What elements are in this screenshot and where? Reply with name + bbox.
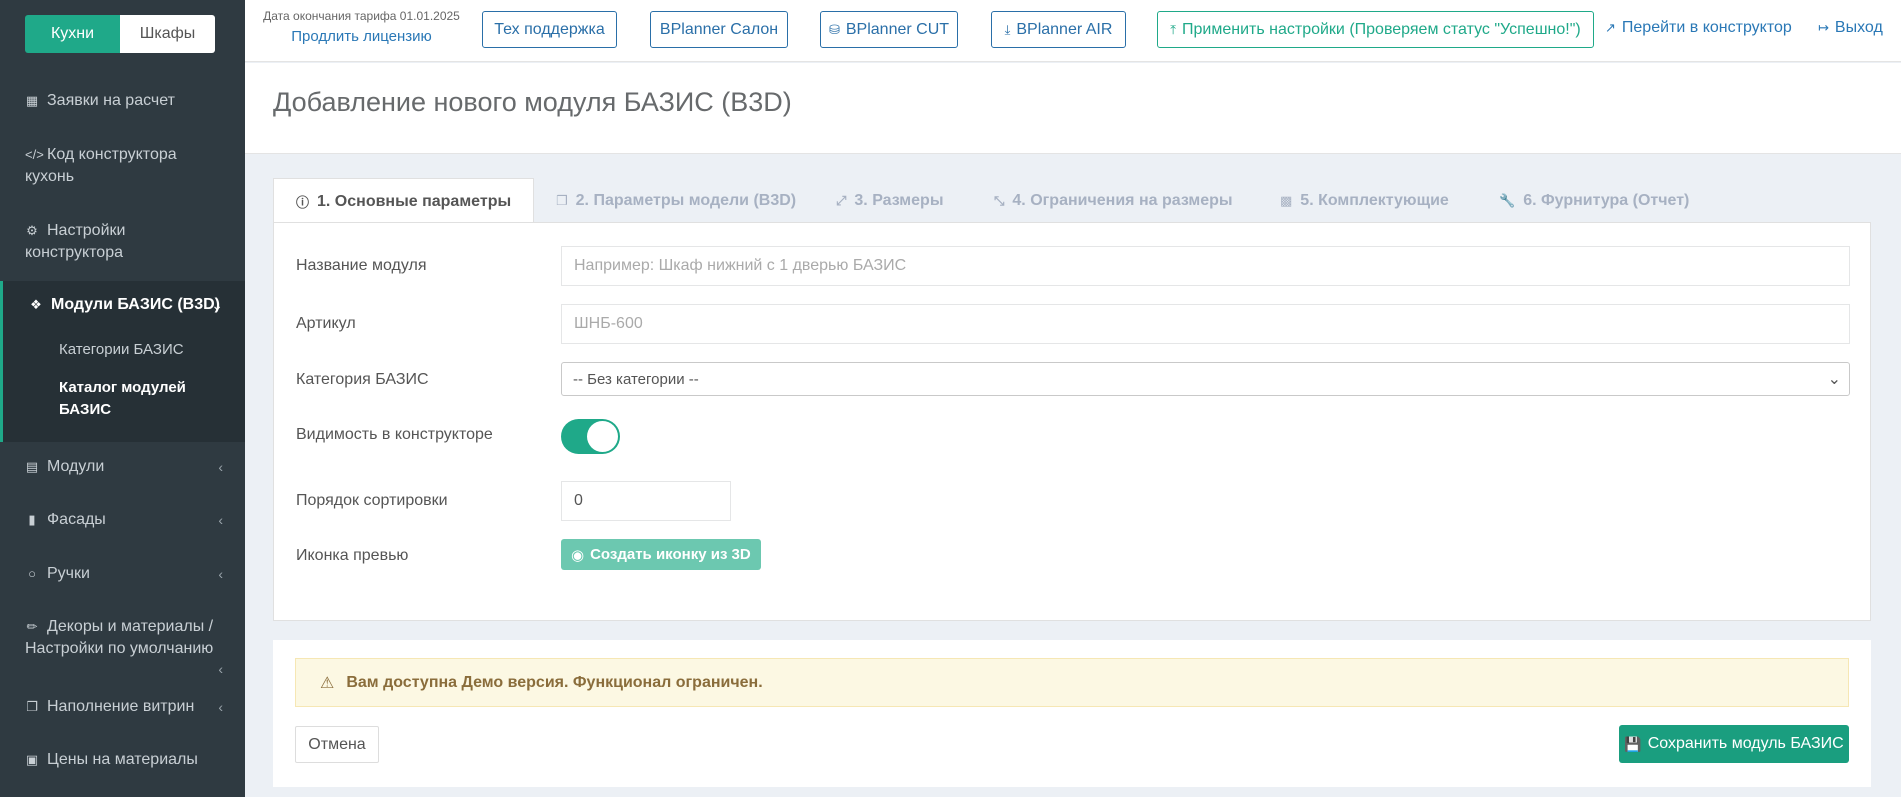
demo-version-alert: ⚠ Вам доступна Демо версия. Функционал ог… <box>295 658 1849 707</box>
sku-label: Артикул <box>296 315 356 332</box>
tab-model-params[interactable]: ❒ 2. Параметры модели (B3D) <box>556 178 796 223</box>
toggle-kitchens[interactable]: Кухни <box>25 15 120 53</box>
toggle-cabinets[interactable]: Шкафы <box>120 15 215 53</box>
cubes-icon: ❖ <box>30 297 42 312</box>
puzzle-icon: ▩ <box>1280 192 1293 208</box>
logout-link[interactable]: ↦ Выход <box>1818 19 1883 37</box>
cube-icon: ❒ <box>556 192 568 208</box>
money-icon: ▣ <box>25 752 39 767</box>
upload-icon: ⤒ <box>1170 21 1177 37</box>
module-name-label: Название модуля <box>296 257 427 274</box>
extend-license-link[interactable]: Продлить лицензию <box>254 28 469 45</box>
go-to-constructor-link[interactable]: ↗ Перейти в конструктор <box>1605 19 1792 37</box>
category-select[interactable]: -- Без категории -- ⌄ <box>561 362 1850 396</box>
preview-icon-label: Иконка превью <box>296 547 409 564</box>
chevron-left-icon: ‹ <box>218 661 223 677</box>
sign-out-icon: ↦ <box>1818 20 1829 35</box>
basic-params-panel: Название модуля Например: Шкаф нижний с … <box>273 222 1871 621</box>
wrench-icon: 🔧 <box>1499 192 1516 208</box>
product-type-toggle: Кухни Шкафы <box>25 15 215 53</box>
chevron-down-icon: ⌄ <box>211 297 223 313</box>
info-icon: ⓘ <box>296 195 310 210</box>
sort-order-input[interactable]: 0 <box>561 481 731 521</box>
license-expiry-text: Дата окончания тарифа 01.01.2025 <box>263 9 460 23</box>
tab-hardware-report[interactable]: 🔧 6. Фурнитура (Отчет) <box>1499 178 1689 223</box>
page-header: Добавление нового модуля БАЗИС (B3D) <box>245 63 1901 154</box>
support-button[interactable]: Тех поддержка <box>482 11 617 48</box>
tab-size-limits[interactable]: ⤡ 4. Ограничения на размеры <box>994 178 1233 223</box>
bplanner-salon-button[interactable]: BPlanner Салон <box>650 11 788 48</box>
visibility-label: Видимость в конструкторе <box>296 426 493 443</box>
sidebar-subitem-basis-catalog[interactable]: Каталог модулей БАЗИС <box>59 377 229 421</box>
license-info: Дата окончания тарифа 01.01.2025 Продлит… <box>254 9 469 45</box>
expand-icon: ⤢ <box>836 192 847 208</box>
camera-icon: ◉ <box>571 546 585 564</box>
tab-components[interactable]: ▩ 5. Комплектующие <box>1280 178 1449 223</box>
form-footer: ⚠ Вам доступна Демо версия. Функционал ог… <box>273 640 1871 787</box>
compress-icon: ⤡ <box>994 192 1005 208</box>
sidebar-subitem-basis-categories[interactable]: Категории БАЗИС <box>59 339 229 361</box>
database-icon: ⛁ <box>828 21 840 37</box>
save-icon: 💾 <box>1624 735 1642 752</box>
sidebar: Кухни Шкафы ▦ Заявки на расчет </> Код кон… <box>0 0 245 797</box>
sort-order-label: Порядок сортировки <box>296 492 448 509</box>
sku-input[interactable]: ШНБ-600 <box>561 304 1850 344</box>
circle-icon: ○ <box>28 566 36 581</box>
chevron-down-icon: ⌄ <box>1827 371 1841 388</box>
bplanner-air-button[interactable]: ⤓ BPlanner AIR <box>991 11 1126 48</box>
gears-icon: ⚙ <box>26 223 38 238</box>
book-icon: ▮ <box>28 512 36 527</box>
download-icon: ⤓ <box>1004 21 1011 37</box>
toggle-knob <box>587 421 618 452</box>
clone-icon: ❐ <box>26 699 38 714</box>
visibility-toggle[interactable] <box>561 419 620 454</box>
chevron-left-icon: ‹ <box>218 566 223 582</box>
category-label: Категория БАЗИС <box>296 371 429 388</box>
code-icon: </> <box>25 147 44 162</box>
warning-icon: ⚠ <box>320 674 335 692</box>
save-module-button[interactable]: 💾 Сохранить модуль БАЗИС <box>1619 725 1849 763</box>
archive-icon: ▤ <box>25 459 39 474</box>
cancel-button[interactable]: Отмена <box>295 726 379 763</box>
bplanner-cut-button[interactable]: ⛁ BPlanner CUT <box>820 11 958 48</box>
create-icon-from-3d-button[interactable]: ◉ Создать иконку из 3D <box>561 539 761 570</box>
brush-icon: ✏ <box>26 619 38 634</box>
apply-settings-button[interactable]: ⤒ Применить настройки (Проверяем статус "… <box>1157 11 1594 48</box>
tab-basic-params[interactable]: ⓘ 1. Основные параметры <box>273 178 535 224</box>
chevron-left-icon: ‹ <box>218 459 223 475</box>
tab-sizes[interactable]: ⤢ 3. Размеры <box>836 178 943 223</box>
chevron-left-icon: ‹ <box>218 699 223 715</box>
external-link-icon: ↗ <box>1605 20 1616 35</box>
file-icon: ▦ <box>25 93 39 108</box>
module-name-input[interactable]: Например: Шкаф нижний с 1 дверью БАЗИС <box>561 246 1850 286</box>
chevron-left-icon: ‹ <box>218 512 223 528</box>
page-title: Добавление нового модуля БАЗИС (B3D) <box>273 87 792 117</box>
